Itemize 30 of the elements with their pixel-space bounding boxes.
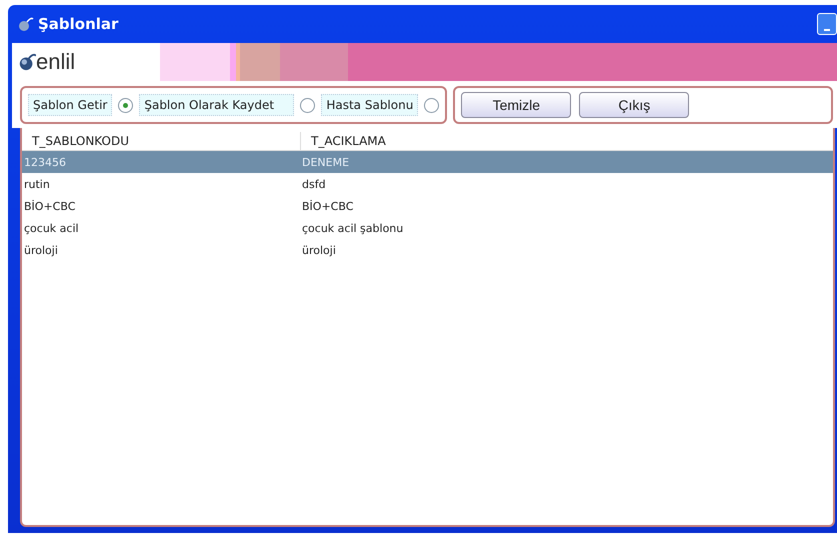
table-cell-text: çocuk acil	[23, 222, 80, 234]
window-title: Şablonlar	[38, 15, 118, 33]
table-cell-text: rutin	[23, 178, 51, 190]
table-row[interactable]: çocuk acil çocuk acil şablonu	[22, 217, 833, 239]
table-cell-text: üroloji	[301, 244, 336, 256]
radio-button[interactable]	[424, 98, 440, 112]
option-label: Şablon Olarak Kaydet	[139, 94, 294, 116]
orb-icon	[18, 16, 34, 32]
minimize-button[interactable]	[817, 13, 837, 35]
table-row[interactable]: BİO+CBC BİO+CBC	[22, 195, 833, 217]
radio-button[interactable]	[118, 98, 134, 112]
table-cell-text: dsfd	[301, 178, 326, 190]
action-button[interactable]: Temizle	[461, 92, 572, 118]
table-cell-text: çocuk acil şablonu	[301, 222, 404, 234]
table-cell-text: BİO+CBC	[23, 200, 76, 212]
minimize-icon	[824, 29, 830, 31]
table-cell-text: DENEME	[301, 156, 350, 168]
orb-icon	[18, 53, 36, 71]
column-header[interactable]: T_ACIKLAMA	[301, 132, 396, 150]
table-row[interactable]: üroloji üroloji	[22, 239, 833, 261]
action-button[interactable]: Çıkış	[579, 92, 690, 118]
logo-text: enlil	[36, 49, 76, 75]
table-cell-text: üroloji	[23, 244, 59, 256]
radio-button[interactable]	[300, 98, 316, 112]
table-cell-text: 123456	[23, 156, 67, 168]
table-cell-text: BİO+CBC	[301, 200, 354, 212]
option-label: Hasta Sablonu	[321, 94, 418, 116]
column-header[interactable]: T_SABLONKODU	[22, 132, 301, 150]
option-label: Şablon Getir	[28, 94, 112, 116]
table-row[interactable]: rutin dsfd	[22, 173, 833, 195]
